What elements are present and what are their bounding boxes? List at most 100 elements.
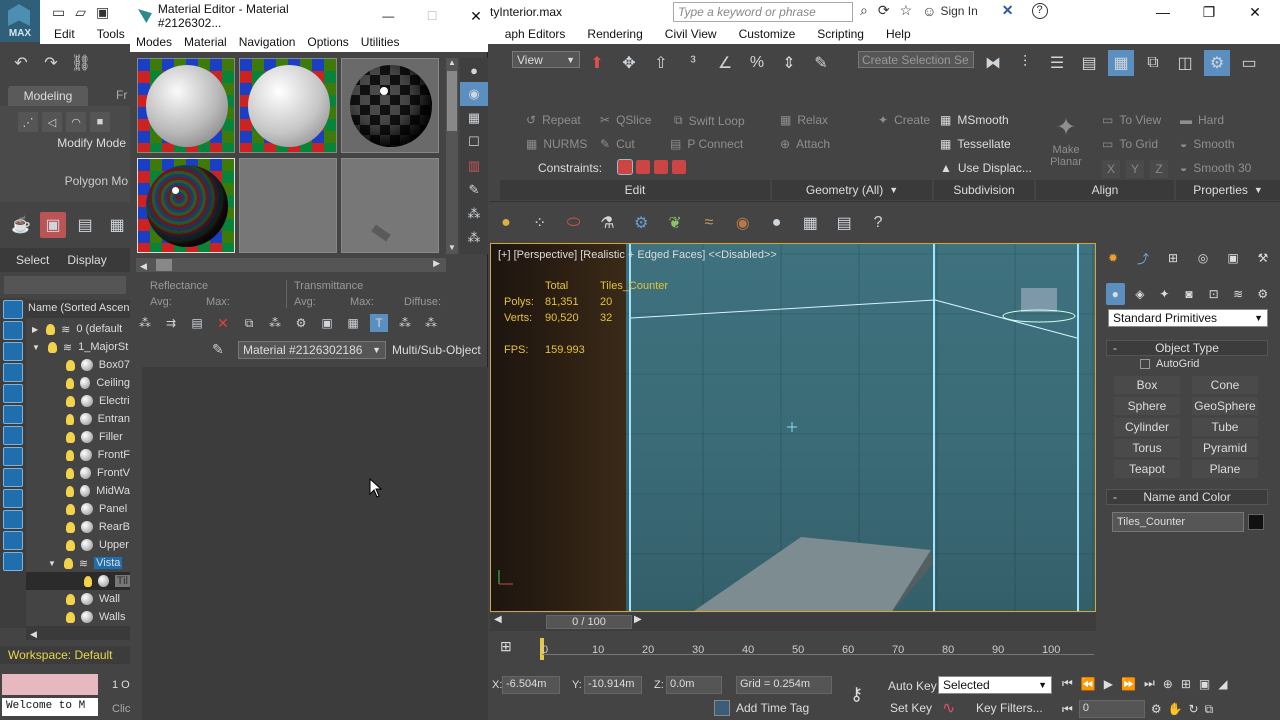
lightbulb-icon[interactable]: [66, 539, 75, 551]
primitive-box-button[interactable]: Box: [1114, 376, 1180, 394]
nurms-button[interactable]: ▦ NURMS: [526, 137, 587, 151]
me-menu-navigation[interactable]: Navigation: [239, 35, 296, 49]
scene-menu-select[interactable]: Select: [16, 253, 49, 267]
constraint-none-icon[interactable]: [617, 159, 633, 175]
ribbon-tab-freeform[interactable]: Fr: [116, 88, 127, 102]
material-map-navigator-icon[interactable]: ⁂: [422, 314, 440, 332]
next-frame-icon[interactable]: ⏩: [1121, 677, 1136, 691]
backlight-icon[interactable]: ◉: [460, 82, 488, 106]
workspace-label[interactable]: Workspace: Default: [0, 646, 130, 664]
ribbon-group-properties[interactable]: Properties ▼: [1176, 180, 1280, 200]
menu-edit[interactable]: Edit: [54, 27, 75, 41]
display-all-icon[interactable]: [3, 552, 23, 571]
help-circle-icon[interactable]: ?: [866, 210, 890, 236]
teapot-icon[interactable]: ☕: [8, 212, 34, 238]
me-menu-material[interactable]: Material: [184, 35, 227, 49]
redo-icon[interactable]: ↷: [38, 50, 64, 76]
perspective-viewport[interactable]: [490, 243, 1096, 612]
primitive-teapot-button[interactable]: Teapot: [1114, 460, 1180, 478]
material-slot-empty[interactable]: [341, 158, 439, 253]
primitive-torus-button[interactable]: Torus: [1114, 439, 1180, 457]
auto-key-button[interactable]: Auto Key: [888, 679, 937, 693]
scene-tree-item[interactable]: ▼ ≋ 1_MajorSt: [26, 338, 130, 356]
edit-named-selection-icon[interactable]: ✎: [808, 50, 834, 76]
repeat-button[interactable]: ↺ Repeat: [526, 113, 581, 127]
material-type-button[interactable]: Multi/Sub-Object: [392, 343, 481, 357]
user-icon[interactable]: ☺: [922, 3, 936, 19]
shapes-category-icon[interactable]: ◈: [1131, 283, 1150, 305]
msmooth-button[interactable]: ▦ MSmooth: [940, 113, 1009, 127]
menu-graph-editors[interactable]: aph Editors: [505, 27, 566, 41]
display-spacewarps-icon[interactable]: [3, 405, 23, 424]
scroll-up-icon[interactable]: ▲: [446, 58, 458, 67]
snap-3d-icon[interactable]: ³: [680, 50, 706, 76]
show-shaded-icon[interactable]: ▣: [318, 314, 336, 332]
minimize-icon[interactable]: —: [1140, 0, 1186, 24]
lightbulb-icon[interactable]: [66, 593, 75, 605]
tessellate-button[interactable]: ▦ Tessellate: [940, 137, 1011, 151]
display-shapes-icon[interactable]: [3, 321, 23, 340]
render-icon[interactable]: ▣: [40, 212, 66, 238]
autodesk-exchange-icon[interactable]: ✕: [1002, 2, 1014, 19]
menu-tools[interactable]: Tools: [97, 27, 125, 41]
ribbon-tab-modeling[interactable]: Modeling: [8, 86, 88, 106]
scene-tree-item[interactable]: ▼ ≋ Vista: [26, 554, 130, 572]
grid-icon[interactable]: ▦: [104, 212, 130, 238]
scene-tree-item[interactable]: Walls: [26, 608, 130, 626]
border-icon[interactable]: ◠: [66, 112, 86, 132]
scroll-left-icon[interactable]: ◀: [140, 261, 147, 271]
scene-tree-item[interactable]: Upper: [26, 536, 130, 554]
star-icon[interactable]: ☆: [900, 2, 913, 19]
display-helpers-icon[interactable]: [3, 384, 23, 403]
material-editor-icon[interactable]: ◫: [1172, 50, 1198, 76]
calculator-icon[interactable]: ▤: [72, 212, 98, 238]
lightbulb-icon[interactable]: [63, 557, 73, 569]
display-hidden-icon[interactable]: [3, 531, 23, 550]
scene-horizontal-scrollbar[interactable]: ◀: [26, 626, 130, 640]
scene-tree-item[interactable]: Box07: [26, 356, 130, 374]
key-filters-button[interactable]: Key Filters...: [976, 701, 1043, 715]
undo-icon[interactable]: ↶: [8, 50, 34, 76]
display-bones-icon[interactable]: [3, 468, 23, 487]
spacewarps-category-icon[interactable]: ≋: [1229, 283, 1248, 305]
hair-icon[interactable]: ≈: [697, 210, 721, 236]
to-view-button[interactable]: ▭ To View: [1102, 113, 1161, 127]
systems-category-icon[interactable]: ⚙: [1253, 283, 1272, 305]
scene-filter-bar[interactable]: [4, 276, 126, 294]
lightbulb-icon[interactable]: [66, 467, 75, 479]
close-icon[interactable]: ✕: [464, 8, 488, 25]
move-icon[interactable]: ✥: [616, 50, 642, 76]
display-groups-icon[interactable]: [3, 426, 23, 445]
scene-tree-item-selected[interactable]: Til: [26, 572, 130, 590]
lightbulb-icon[interactable]: [66, 359, 75, 371]
zoom-all-icon[interactable]: ⊞: [1181, 677, 1191, 691]
make-unique-icon[interactable]: ⧉: [240, 314, 258, 332]
polygon-icon[interactable]: ■: [90, 112, 110, 132]
get-material-icon[interactable]: ⁂: [136, 314, 154, 332]
sphere-icon[interactable]: ●: [765, 210, 789, 236]
maximize-viewport-icon[interactable]: ⧉: [1205, 702, 1214, 717]
maximize-icon[interactable]: ☐: [420, 9, 444, 23]
video-color-check-icon[interactable]: ▥: [460, 154, 488, 178]
scene-tree-item[interactable]: Entran: [26, 410, 130, 428]
align-x-button[interactable]: X: [1102, 160, 1120, 178]
display-frozen-icon[interactable]: [3, 510, 23, 529]
key-mode-select[interactable]: Selected ▼: [938, 676, 1052, 694]
cameras-category-icon[interactable]: ◙: [1180, 283, 1199, 305]
lightbulb-icon[interactable]: [66, 377, 74, 389]
scroll-left-icon[interactable]: ◀: [30, 629, 37, 639]
ribbon-group-geometry[interactable]: Geometry (All) ▼: [772, 180, 932, 200]
menu-customize[interactable]: Customize: [739, 27, 796, 41]
modify-tab-icon[interactable]: ⤴: [1132, 247, 1154, 269]
scene-tree-item[interactable]: Electri: [26, 392, 130, 410]
scene-tree-item[interactable]: RearB: [26, 518, 130, 536]
go-forward-sibling-icon[interactable]: ⁂: [396, 314, 414, 332]
constraint-face-icon[interactable]: [654, 160, 668, 174]
object-color-swatch[interactable]: [1248, 514, 1264, 530]
angle-snap-icon[interactable]: ∠: [712, 50, 738, 76]
lightbulb-icon[interactable]: [66, 431, 75, 443]
play-icon[interactable]: ▶: [1104, 677, 1113, 691]
percent-snap-icon[interactable]: %: [744, 50, 770, 76]
material-id-channel-icon[interactable]: ⚙: [292, 314, 310, 332]
named-selection-set-select[interactable]: Create Selection Se: [858, 51, 974, 68]
